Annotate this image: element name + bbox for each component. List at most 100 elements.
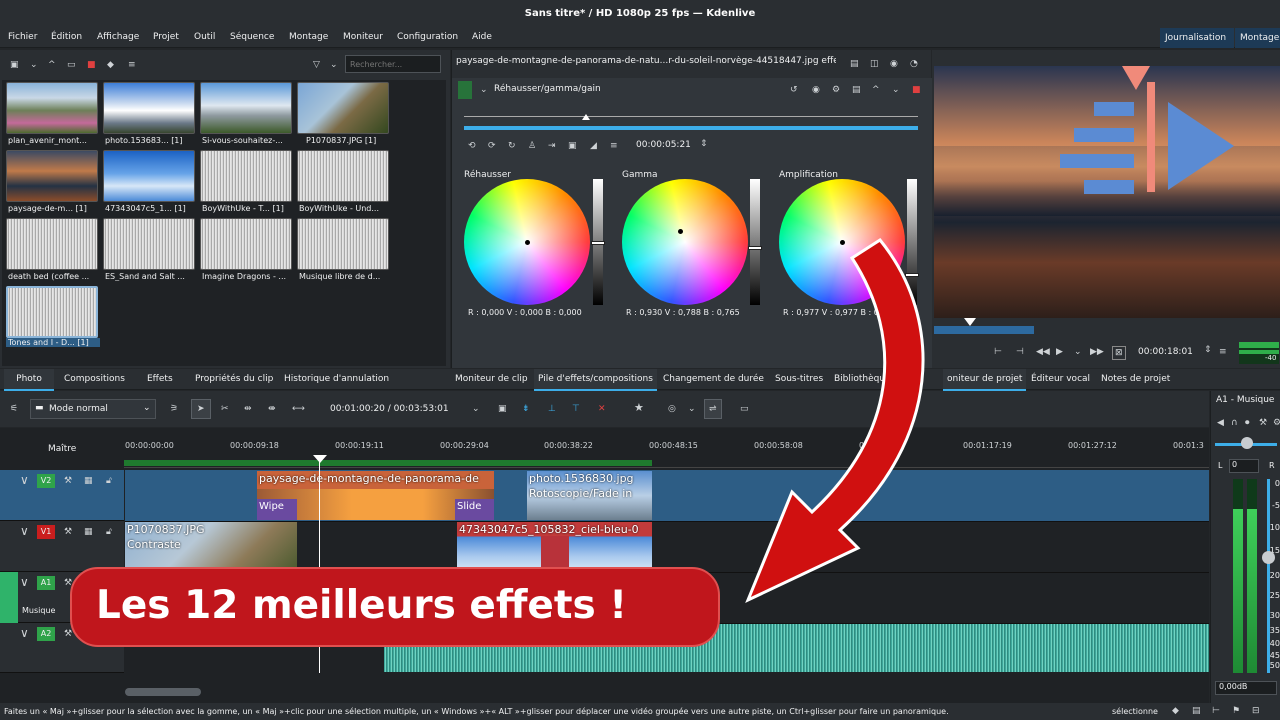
keyframe-icon[interactable]: ▣ (568, 140, 577, 152)
zone-icon[interactable]: ⊠ (1112, 346, 1126, 360)
effect-timecode[interactable]: 00:00:05:21 (636, 140, 691, 150)
compare-icon[interactable]: ◫ (870, 58, 879, 70)
keyframe-icon[interactable]: ◢ (590, 140, 597, 152)
tab-historique[interactable]: Historique d'annulation (284, 369, 389, 389)
monitor-playhead[interactable] (964, 318, 976, 326)
eye-icon[interactable]: ◉ (812, 84, 820, 96)
menu-icon[interactable]: ▣ (10, 59, 19, 71)
menu-montage[interactable]: Montage (289, 28, 328, 46)
flag-icon[interactable]: ⚑ (1232, 705, 1240, 717)
forward-icon[interactable]: ▶▶ (1090, 346, 1104, 358)
menu-outil[interactable]: Outil (194, 28, 215, 46)
eye-icon[interactable]: ◉ (890, 58, 898, 70)
chevron-down-icon[interactable]: ⌄ (892, 84, 900, 96)
menu-moniteur[interactable]: Moniteur (343, 28, 383, 46)
ripple-tool-icon[interactable]: ⇼ (268, 403, 276, 415)
clip-photo-1536830[interactable]: photo.1536830.jpg Rotoscopie/Fade in (527, 471, 652, 520)
keyframe-icon[interactable]: ↻ (508, 140, 516, 152)
zoom-icon[interactable]: ⊟ (1252, 705, 1260, 717)
settings-icon[interactable]: ⚙ (832, 84, 840, 96)
film-icon[interactable]: ▦ (84, 475, 93, 487)
audio-thumb[interactable] (297, 218, 389, 270)
mixer-icon[interactable]: ⇌ (704, 399, 722, 419)
menu-sequence[interactable]: Séquence (230, 28, 274, 46)
select-tool-icon[interactable]: ➤ (191, 399, 211, 419)
lock-icon[interactable]: 🔓︎ (106, 475, 112, 487)
chevron-down-icon[interactable]: ⌄ (472, 403, 480, 415)
menu-configuration[interactable]: Configuration (397, 28, 458, 46)
effect-icon[interactable]: ⚒ (64, 628, 72, 640)
keyframe-bar[interactable] (464, 126, 918, 130)
thumb-si-vous[interactable] (200, 82, 292, 134)
tab-proprietes[interactable]: Propriétés du clip (195, 369, 273, 389)
layout-journalisation[interactable]: Journalisation (1160, 28, 1234, 48)
menu-edition[interactable]: Édition (51, 28, 82, 46)
audio-thumb-selected[interactable] (6, 286, 98, 338)
chevron-up-icon[interactable]: ^ (48, 59, 56, 71)
effect-icon[interactable]: ⚒ (64, 526, 72, 538)
spin-icon[interactable]: ⇕ (700, 138, 708, 150)
wheel-handle[interactable] (525, 240, 530, 245)
headphones-icon[interactable]: ∩ (1231, 417, 1238, 429)
film-icon[interactable]: ▦ (84, 526, 93, 538)
track-badge[interactable]: A2 (37, 627, 55, 641)
up-icon[interactable]: ^ (872, 84, 880, 96)
razor-tool-icon[interactable]: ✂ (221, 403, 229, 415)
spacer-tool-icon[interactable]: ⚞ (170, 403, 178, 415)
chevron-down-icon[interactable]: ⌄ (30, 59, 38, 71)
chevron-down-icon[interactable]: ⌄ (480, 84, 488, 96)
edit-mode-select[interactable]: ▬ Mode normal ⌄ (30, 399, 156, 419)
play-icon[interactable]: ▶ (1056, 346, 1063, 358)
playhead-handle[interactable] (313, 455, 327, 463)
monitor-timecode[interactable]: 00:00:18:01 (1138, 347, 1193, 357)
chevron-down-icon[interactable]: ⌄ (688, 403, 696, 415)
layout-montage[interactable]: Montage (1235, 28, 1280, 48)
rewind-icon[interactable]: ◀◀ (1036, 346, 1050, 358)
keyframe-icon[interactable]: ♙ (528, 140, 536, 152)
star-icon[interactable]: ★ (634, 402, 644, 414)
audio-thumb[interactable] (103, 218, 195, 270)
transition-slide[interactable]: Slide (455, 499, 494, 520)
tag-icon[interactable]: ◆ (1172, 705, 1179, 717)
tab-compositions[interactable]: Compositions (64, 369, 125, 389)
filter-icon[interactable]: ▽ (313, 59, 320, 71)
audio-thumb[interactable] (297, 150, 389, 202)
track-badge[interactable]: V2 (37, 474, 55, 488)
chevron-down-icon[interactable]: ⌄ (1074, 346, 1082, 358)
keyframe-icon[interactable]: ⟲ (468, 140, 476, 152)
slip-tool-icon[interactable]: ⇹ (244, 403, 252, 415)
thumb-p1070837[interactable] (297, 82, 389, 134)
delete-icon[interactable]: ■ (87, 59, 96, 71)
wheel-handle[interactable] (678, 229, 683, 234)
clip-p1070837[interactable]: P1070837.JPG Contraste (125, 522, 297, 571)
tab-moniteur-clip[interactable]: Moniteur de clip (455, 369, 528, 389)
tab-notes-projet[interactable]: Notes de projet (1101, 369, 1170, 389)
marker-icon[interactable]: ◎ (668, 403, 676, 415)
lock-icon[interactable]: 🔓︎ (106, 526, 112, 538)
folder-icon[interactable]: ▭ (67, 59, 76, 71)
chevron-down-icon[interactable]: ∨ (20, 474, 29, 486)
insert-icon[interactable]: ▣ (498, 403, 507, 415)
chevron-down-icon[interactable]: ∨ (20, 525, 29, 537)
transition-wipe[interactable]: Wipe (257, 499, 297, 520)
timer-icon[interactable]: ◔ (910, 58, 918, 70)
tab-effets[interactable]: Effets (147, 369, 173, 389)
bin-search-input[interactable] (345, 55, 441, 73)
clip-paysage[interactable]: paysage-de-montagne-de-panorama-de Wipe … (257, 471, 494, 520)
menu-icon[interactable]: ≡ (1219, 346, 1227, 358)
keyframe-icon[interactable]: ≡ (610, 140, 618, 152)
chevron-down-icon[interactable]: ∨ (20, 576, 29, 588)
roll-tool-icon[interactable]: ⟷ (292, 403, 305, 415)
track-badge[interactable]: A1 (37, 576, 55, 590)
menu-fichier[interactable]: Fichier (8, 28, 37, 46)
zone-in-icon[interactable]: ⊢ (994, 346, 1002, 358)
list-icon[interactable]: ≡ (128, 59, 136, 71)
save-icon[interactable]: ▤ (1192, 705, 1201, 717)
reset-icon[interactable]: ↺ (790, 84, 798, 96)
overwrite-icon[interactable]: ⇟ (522, 403, 530, 415)
thumb-ciel-bleu[interactable] (103, 150, 195, 202)
pan-knob[interactable] (1241, 437, 1253, 449)
volume-fader-track[interactable] (1267, 479, 1270, 673)
keyframe-icon[interactable]: ⟳ (488, 140, 496, 152)
chevron-down-icon[interactable]: ∨ (20, 627, 29, 639)
